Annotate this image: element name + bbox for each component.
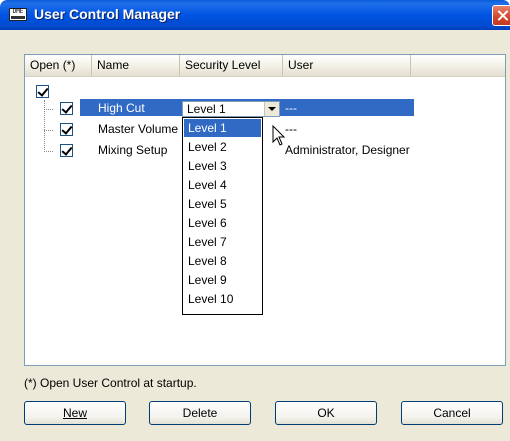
dropdown-option[interactable]: Level 9 [184,271,261,289]
tree-branch [44,130,53,131]
row-name-mixing-setup[interactable]: Mixing Setup [98,143,167,157]
row-checkbox-master-volume[interactable] [60,123,73,136]
cancel-button[interactable]: Cancel [401,401,503,425]
dropdown-option[interactable]: Level 5 [184,195,261,213]
row-name-master-volume[interactable]: Master Volume [98,122,178,136]
security-level-value: Level 1 [187,102,226,116]
row-name-high-cut[interactable]: High Cut [98,101,145,115]
dropdown-option[interactable]: Level 10 [184,290,261,308]
dropdown-option[interactable]: Level 2 [184,138,261,156]
app-icon-text: DME [12,8,24,15]
column-header-open[interactable]: Open (*) [25,55,92,76]
dropdown-option[interactable]: Level 7 [184,233,261,251]
row-checkbox-high-cut[interactable] [60,102,73,115]
list-header: Open (*) Name Security Level User [25,55,505,77]
delete-button-label: Delete [182,406,218,420]
row-user-high-cut: --- [285,101,297,115]
row-checkbox-mixing-setup[interactable] [60,144,73,157]
window-title: User Control Manager [34,6,181,22]
close-icon[interactable] [492,5,510,26]
ok-button[interactable]: OK [275,401,377,425]
column-header-user[interactable]: User [283,55,411,76]
column-header-security-level[interactable]: Security Level [180,55,283,76]
dropdown-option[interactable]: Level 8 [184,252,261,270]
dropdown-option[interactable]: Level 3 [184,157,261,175]
row-user-mixing-setup: Administrator, Designer [285,143,410,157]
title-bar[interactable]: DME User Control Manager [0,0,510,30]
dropdown-option[interactable]: Level 1 [184,119,261,137]
tree-branch [44,109,53,110]
security-level-dropdown[interactable]: Level 1 Level 2 Level 3 Level 4 Level 5 … [182,117,263,315]
row-user-master-volume: --- [285,122,297,136]
user-control-manager-window: DME User Control Manager Open (*) Name S… [0,0,510,441]
root-checkbox[interactable] [36,85,49,98]
chevron-down-icon[interactable] [264,102,279,116]
column-header-empty [411,55,505,76]
delete-button[interactable]: Delete [149,401,251,425]
column-header-name[interactable]: Name [92,55,180,76]
tree-connector [44,100,45,152]
ok-button-label: OK [317,406,335,420]
dme-app-icon: DME [9,8,27,21]
tree-branch [44,151,53,152]
dropdown-option[interactable]: Level 6 [184,214,261,232]
security-level-select[interactable]: Level 1 [182,101,280,117]
dropdown-option[interactable]: Level 4 [184,176,261,194]
mouse-pointer-icon [272,125,286,146]
new-button-label: New [62,406,87,420]
cancel-button-label: Cancel [433,406,471,420]
startup-footnote: (*) Open User Control at startup. [24,376,197,390]
new-button[interactable]: New [24,401,126,425]
